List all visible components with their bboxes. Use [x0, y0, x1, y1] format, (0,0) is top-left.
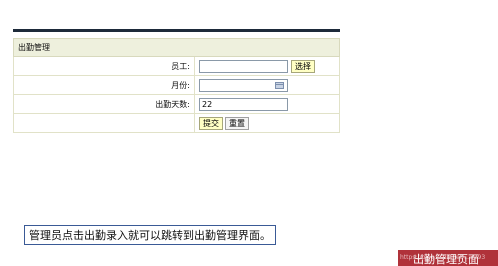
days-cell: 22	[194, 94, 340, 114]
buttons-cell: 提交 重置	[194, 113, 340, 133]
month-date-picker[interactable]	[199, 78, 288, 92]
caption-text: 管理员点击出勤录入就可以跳转到出勤管理界面。	[24, 225, 276, 245]
panel-top-bar	[13, 29, 340, 32]
buttons-label-spacer	[13, 113, 195, 133]
watermark-banner: https://blog.csdn.net/...3293 出勤管理页面	[398, 250, 498, 266]
page: 出勤管理 员工: 选择 月份: 出勤天数: 22 提交 重置 管理员点击出勤录入…	[0, 0, 498, 266]
days-label: 出勤天数:	[13, 94, 195, 114]
calendar-icon[interactable]	[275, 81, 284, 89]
reset-button[interactable]: 重置	[225, 116, 249, 130]
month-cell	[194, 75, 340, 95]
month-label: 月份:	[13, 75, 195, 95]
watermark-title: 出勤管理页面	[413, 253, 479, 266]
employee-label: 员工:	[13, 56, 195, 76]
employee-cell: 选择	[194, 56, 340, 76]
select-employee-button[interactable]: 选择	[291, 59, 315, 73]
employee-input[interactable]	[199, 59, 288, 73]
panel-title: 出勤管理	[13, 38, 340, 57]
attendance-form: 出勤管理 员工: 选择 月份: 出勤天数: 22 提交 重置	[13, 38, 340, 133]
attendance-days-input[interactable]: 22	[199, 97, 288, 111]
submit-button[interactable]: 提交	[199, 116, 223, 130]
